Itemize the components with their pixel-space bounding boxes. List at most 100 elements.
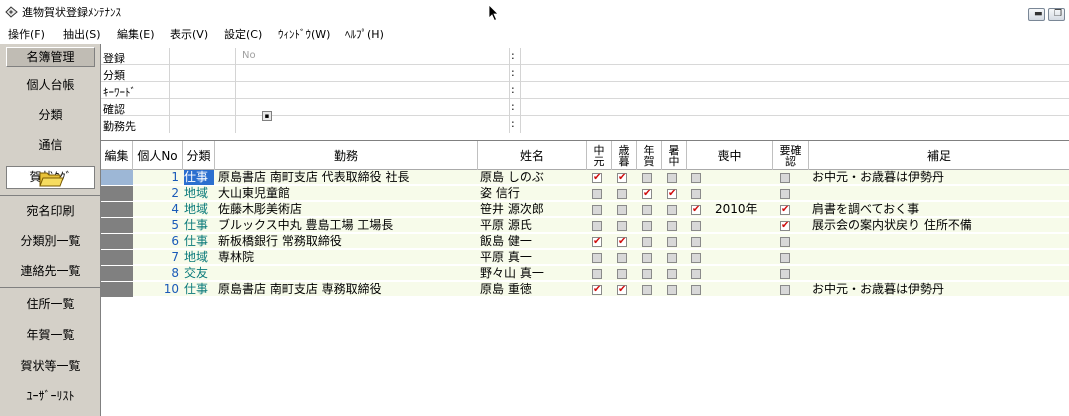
checkbox-shochu[interactable] bbox=[667, 173, 677, 183]
cell-note[interactable]: 展示会の案内状戻り 住所不備 bbox=[812, 218, 1067, 233]
cell-mourning-year[interactable]: 2010年 bbox=[715, 202, 771, 217]
sidebar-item-newyear-list[interactable]: 年賀一覧 bbox=[6, 321, 95, 349]
menu-view[interactable]: 表示(V) bbox=[170, 26, 208, 42]
cell-class[interactable]: 仕事 bbox=[184, 282, 214, 297]
row-edit-cell[interactable] bbox=[101, 250, 133, 265]
cell-note[interactable] bbox=[812, 266, 1067, 281]
cell-class[interactable]: 地域 bbox=[184, 250, 214, 265]
sidebar-item-address-print[interactable]: 宛名印刷 bbox=[6, 197, 95, 225]
row-edit-cell[interactable] bbox=[101, 282, 133, 297]
workplace-code-field[interactable] bbox=[169, 116, 236, 133]
sidebar-item-category[interactable]: 分類 bbox=[6, 101, 95, 129]
sidebar-header-roster[interactable]: 名簿管理 bbox=[6, 47, 95, 67]
cell-personal-no[interactable]: 10 bbox=[135, 282, 179, 297]
col-header-seibo[interactable]: 歳暮 bbox=[612, 141, 637, 170]
table-row[interactable]: 7 地域 専林院 平原 真一 bbox=[101, 250, 1069, 265]
cell-personal-no[interactable]: 4 bbox=[135, 202, 179, 217]
checkbox-shochu[interactable]: ✔ bbox=[667, 189, 677, 199]
checkbox-chugen[interactable] bbox=[592, 205, 602, 215]
menu-extract[interactable]: 抽出(S) bbox=[63, 26, 101, 42]
cell-note[interactable] bbox=[812, 234, 1067, 249]
cell-personal-no[interactable]: 1 bbox=[135, 170, 179, 185]
checkbox-nenga[interactable] bbox=[642, 237, 652, 247]
checkbox-nenga[interactable] bbox=[642, 221, 652, 231]
checkbox-mochu[interactable] bbox=[691, 173, 701, 183]
checkbox-nenga[interactable]: ✔ bbox=[642, 189, 652, 199]
cell-class[interactable]: 仕事 bbox=[184, 218, 214, 233]
col-header-confirm[interactable]: 要確認 bbox=[773, 141, 809, 170]
cell-name[interactable]: 平原 真一 bbox=[480, 250, 585, 265]
checkbox-chugen[interactable] bbox=[592, 269, 602, 279]
cell-name[interactable]: 原島 重徳 bbox=[480, 282, 585, 297]
workplace-extra-field[interactable] bbox=[520, 116, 1069, 133]
checkbox-nenga[interactable] bbox=[642, 253, 652, 263]
table-row[interactable]: 10 仕事 原島書店 南町支店 専務取締役 原島 重徳 お中元・お歳暮は伊勢丹 ✔ ✔ bbox=[101, 282, 1069, 297]
table-row[interactable]: 2 地域 大山東児童館姿 信行 ✔ ✔ bbox=[101, 186, 1069, 201]
checkbox-seibo[interactable] bbox=[617, 205, 627, 215]
cell-personal-no[interactable]: 5 bbox=[135, 218, 179, 233]
keyword-extra-field[interactable] bbox=[520, 82, 1069, 99]
col-header-work[interactable]: 勤務 bbox=[215, 141, 478, 170]
checkbox-kakunin[interactable]: ✔ bbox=[780, 205, 790, 215]
confirm-value-field[interactable] bbox=[236, 99, 510, 116]
keyword-value-field[interactable] bbox=[236, 82, 510, 99]
checkbox-shochu[interactable] bbox=[667, 253, 677, 263]
table-row[interactable]: 1 仕事 原島書店 南町支店 代表取締役 社長 原島 しのぶ お中元・お歳暮は伊勢丹 ✔ ✔ bbox=[101, 170, 1069, 185]
checkbox-seibo[interactable]: ✔ bbox=[617, 285, 627, 295]
checkbox-seibo[interactable] bbox=[617, 189, 627, 199]
row-edit-cell[interactable] bbox=[101, 218, 133, 233]
minimize-button[interactable]: ▬ bbox=[1028, 8, 1045, 21]
sidebar-item-cards-list[interactable]: 賀状等一覧 bbox=[6, 352, 95, 380]
checkbox-mochu[interactable] bbox=[691, 237, 701, 247]
menu-help[interactable]: ﾍﾙﾌﾟ(H) bbox=[345, 26, 384, 42]
cell-class[interactable]: 仕事 bbox=[184, 234, 214, 249]
row-edit-cell[interactable] bbox=[101, 234, 133, 249]
registration-no-field[interactable]: No bbox=[169, 48, 256, 65]
cell-note[interactable]: お中元・お歳暮は伊勢丹 bbox=[812, 170, 1067, 185]
sidebar-item-category-list[interactable]: 分類別一覧 bbox=[6, 227, 95, 255]
cell-note[interactable] bbox=[812, 250, 1067, 265]
cell-work[interactable]: 専林院 bbox=[218, 250, 476, 265]
cell-name[interactable]: 原島 しのぶ bbox=[480, 170, 585, 185]
cell-mourning-year[interactable] bbox=[715, 170, 771, 185]
restore-button[interactable]: ❐ bbox=[1048, 8, 1065, 21]
checkbox-mochu[interactable]: ✔ bbox=[691, 205, 701, 215]
checkbox-kakunin[interactable]: ✔ bbox=[780, 221, 790, 231]
checkbox-chugen[interactable]: ✔ bbox=[592, 173, 602, 183]
cell-name[interactable]: 平原 源氏 bbox=[480, 218, 585, 233]
col-header-note[interactable]: 補足 bbox=[809, 141, 1069, 170]
checkbox-mochu[interactable] bbox=[691, 285, 701, 295]
checkbox-kakunin[interactable] bbox=[780, 253, 790, 263]
checkbox-chugen[interactable] bbox=[592, 189, 602, 199]
checkbox-mochu[interactable] bbox=[691, 221, 701, 231]
checkbox-kakunin[interactable] bbox=[780, 173, 790, 183]
cell-personal-no[interactable]: 2 bbox=[135, 186, 179, 201]
cell-name[interactable]: 姿 信行 bbox=[480, 186, 585, 201]
cell-name[interactable]: 笹井 源次郎 bbox=[480, 202, 585, 217]
cell-name[interactable]: 飯島 健一 bbox=[480, 234, 585, 249]
sidebar-item-user-list[interactable]: ﾕｰｻﾞｰﾘｽﾄ bbox=[6, 382, 95, 410]
cell-mourning-year[interactable] bbox=[715, 282, 771, 297]
col-header-nenga[interactable]: 年賀 bbox=[637, 141, 662, 170]
checkbox-mochu[interactable] bbox=[691, 189, 701, 199]
menu-operation[interactable]: 操作(F) bbox=[8, 26, 45, 42]
row-edit-cell[interactable] bbox=[101, 266, 133, 281]
cell-note[interactable] bbox=[812, 186, 1067, 201]
col-header-shochu[interactable]: 暑中 bbox=[662, 141, 687, 170]
cell-personal-no[interactable]: 6 bbox=[135, 234, 179, 249]
cell-work[interactable]: 原島書店 南町支店 代表取締役 社長 bbox=[218, 170, 476, 185]
cell-note[interactable]: お中元・お歳暮は伊勢丹 bbox=[812, 282, 1067, 297]
col-header-edit[interactable]: 編集 bbox=[101, 141, 133, 170]
registration-extra-field[interactable] bbox=[520, 48, 1069, 65]
checkbox-seibo[interactable] bbox=[617, 253, 627, 263]
cell-mourning-year[interactable] bbox=[715, 250, 771, 265]
cell-personal-no[interactable]: 7 bbox=[135, 250, 179, 265]
checkbox-nenga[interactable] bbox=[642, 269, 652, 279]
cell-personal-no[interactable]: 8 bbox=[135, 266, 179, 281]
menu-edit[interactable]: 編集(E) bbox=[117, 26, 155, 42]
cell-work[interactable]: 佐藤木彫美術店 bbox=[218, 202, 476, 217]
cell-work[interactable]: ブルックス中丸 豊島工場 工場長 bbox=[218, 218, 476, 233]
cell-work[interactable] bbox=[218, 266, 476, 281]
cell-class[interactable]: 仕事 bbox=[184, 170, 214, 185]
table-row[interactable]: 6 仕事 新板橋銀行 常務取締役 飯島 健一 ✔ ✔ bbox=[101, 234, 1069, 249]
